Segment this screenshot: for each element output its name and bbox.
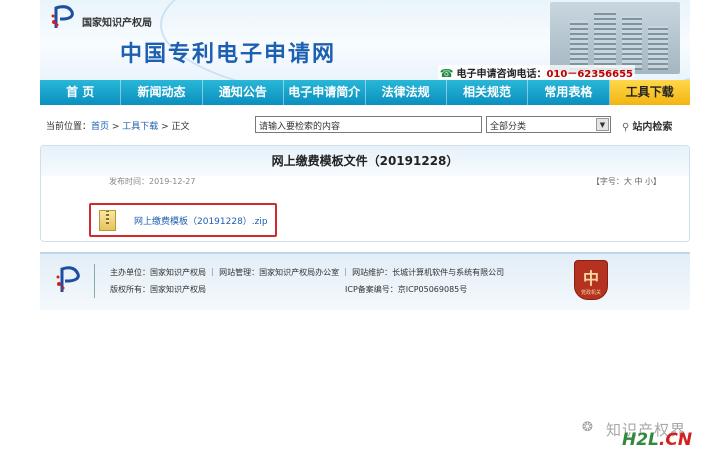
nav-tool-download[interactable]: 工具下载 (609, 80, 690, 105)
site-search-label: 站内检索 (632, 122, 673, 133)
nav-forms[interactable]: 常用表格 (528, 80, 610, 105)
article-panel: 网上缴费模板文件（20191228） 发布时间：2019-12-27 【字号：大… (40, 145, 690, 242)
search-input[interactable]: 请输入要检索的内容 (255, 116, 482, 133)
gov-badge-icon[interactable]: 中 党政机关 (574, 260, 608, 300)
category-select-value: 全部分类 (490, 122, 527, 132)
site-title: 中国专利电子申请网 (120, 42, 337, 67)
footer-copyright-row: 版权所有：国家知识产权局 ICP备案编号：京ICP05069085号 (110, 284, 467, 295)
nav-e-filing-intro[interactable]: 电子申请简介 (284, 80, 366, 105)
breadcrumb-sep: > (109, 122, 123, 132)
article-title: 网上缴费模板文件（20191228） (271, 154, 459, 168)
hotline: ☎ 电子申请咨询电话：010－62356655 (437, 65, 635, 80)
zip-file-icon (99, 210, 116, 231)
nav-standards[interactable]: 相关规范 (447, 80, 529, 105)
watermark-site-prefix: H2L (622, 430, 659, 450)
phone-icon: ☎ (439, 67, 454, 80)
wechat-icon: ❂ (582, 420, 593, 435)
footer-copyright: 版权所有：国家知识产权局 (110, 285, 206, 294)
header-banner: 国家知识产权局 中国专利电子申请网 ☎ 电子申请咨询电话：010－62356655 (40, 0, 690, 80)
article-header: 网上缴费模板文件（20191228） (41, 146, 689, 176)
breadcrumb-current: 正文 (171, 122, 190, 132)
watermark-site: H2L.CN (622, 430, 692, 450)
breadcrumb: 当前位置：首页 > 工具下载 > 正文 (46, 119, 190, 132)
breadcrumb-prefix: 当前位置： (46, 122, 92, 132)
publish-date: 发布时间：2019-12-27 (109, 177, 196, 186)
font-size-control[interactable]: 【字号：大 中 小】 (592, 176, 661, 187)
footer-icp[interactable]: ICP备案编号：京ICP05069085号 (345, 284, 467, 295)
org-name: 国家知识产权局 (82, 18, 152, 29)
footer: 主办单位：国家知识产权局 ｜ 网站管理：国家知识产权局办公室 ｜ 网站维护：长城… (40, 252, 690, 310)
nav-home[interactable]: 首 页 (40, 80, 122, 105)
nav-notices[interactable]: 通知公告 (203, 80, 285, 105)
footer-divider (94, 264, 95, 298)
chevron-down-icon[interactable]: ▼ (596, 118, 609, 131)
nav-laws[interactable]: 法律法规 (366, 80, 447, 105)
category-select[interactable]: 全部分类 ▼ (486, 116, 611, 133)
search-icon: ⚲ (622, 122, 630, 133)
site-search-button[interactable]: ⚲ 站内检索 (622, 118, 672, 133)
breadcrumb-sep: > (158, 122, 172, 132)
cnipa-logo-icon (51, 5, 74, 28)
badge-text: 党政机关 (580, 290, 601, 296)
footer-sponsor: 主办单位：国家知识产权局 ｜ 网站管理：国家知识产权局办公室 ｜ 网站维护：长城… (110, 268, 505, 277)
main-nav: 首 页 新闻动态 通知公告 电子申请简介 法律法规 相关规范 常用表格 工具下载 (40, 80, 690, 105)
attachment-link[interactable]: 网上缴费模板（20191228）.zip (134, 214, 268, 227)
badge-emblem: 中 (582, 269, 599, 288)
cnipa-logo-icon (56, 266, 80, 292)
building-image (550, 2, 680, 74)
hotline-label: 电子申请咨询电话： (456, 69, 547, 80)
breadcrumb-row: 当前位置：首页 > 工具下载 > 正文 请输入要检索的内容 全部分类 ▼ ⚲ 站内… (40, 113, 690, 135)
watermark-site-suffix: .CN (658, 430, 693, 450)
breadcrumb-section[interactable]: 工具下载 (122, 122, 158, 132)
hotline-number: 010－62356655 (546, 69, 633, 80)
nav-news[interactable]: 新闻动态 (121, 80, 203, 105)
attachment-highlight: 网上缴费模板（20191228）.zip (89, 203, 277, 237)
article-meta: 发布时间：2019-12-27 【字号：大 中 小】 (41, 176, 689, 190)
breadcrumb-home[interactable]: 首页 (91, 122, 109, 132)
